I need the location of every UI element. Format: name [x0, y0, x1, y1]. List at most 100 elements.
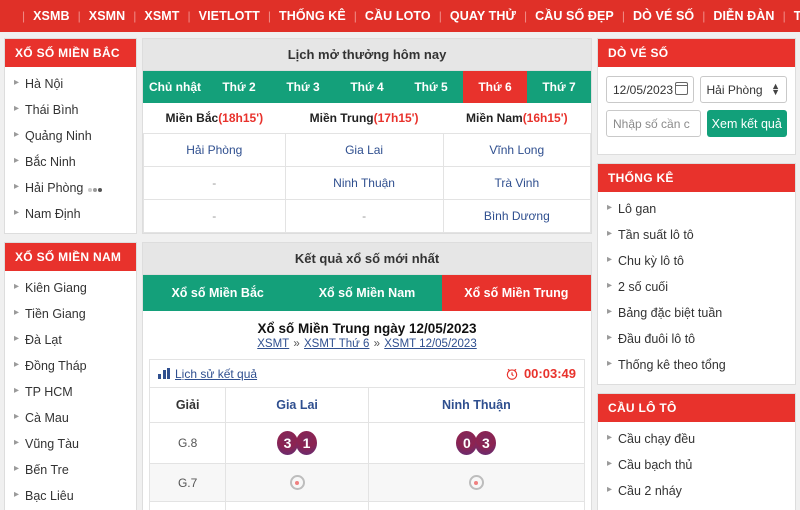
schedule-panel: Lịch mở thưởng hôm nay Chủ nhật Thứ 2 Thứ … — [142, 38, 592, 234]
menu-item-label: Lô gan — [618, 202, 657, 216]
menu-item-label: Cầu 2 nháy — [618, 484, 682, 498]
schedule-cell-province[interactable]: Hải Phòng — [143, 133, 286, 167]
region-tab-xổ-số-miền-trung[interactable]: Xổ số Miền Trung — [441, 275, 591, 311]
nav-item-diễn-đàn[interactable]: DIỄN ĐÀN — [706, 9, 781, 23]
prize-label: G.6 — [148, 501, 227, 510]
stats-item-2-số-cuối[interactable]: 2 số cuối — [598, 274, 795, 300]
sidebar-item-bến-tre[interactable]: Bến Tre — [5, 457, 136, 483]
stats-item-thống-kê-theo-tổng[interactable]: Thống kê theo tổng — [598, 352, 795, 378]
loading-spinner-icon — [468, 475, 484, 490]
nav-item-dò-vé-số[interactable]: DÒ VÉ SỐ — [626, 9, 701, 23]
history-link-label: Lịch sử kết quả — [175, 366, 258, 381]
ticket-number-input[interactable] — [606, 110, 701, 137]
sidebar-item-bắc-ninh[interactable]: Bắc Ninh — [5, 149, 136, 175]
breadcrumb-link-3[interactable]: XSMT 12/05/2023 — [384, 338, 477, 350]
panel-title-north: XỔ SỐ MIỀN BẮC — [5, 39, 136, 67]
lottery-number-ball: 3 — [277, 431, 299, 455]
results-table: GiảiGia LaiNinh Thuận G.83103G.7G.6 — [148, 387, 586, 510]
nav-item-vietlott[interactable]: VIETLOTT — [192, 9, 267, 23]
region-time: (18h15') — [218, 111, 264, 125]
stats-item-bảng-đặc-biệt-tuần[interactable]: Bảng đặc biệt tuần — [598, 300, 795, 326]
day-tab-thứ-3[interactable]: Thứ 3 — [271, 71, 335, 103]
nav-item-quay-thử[interactable]: QUAY THỬ — [443, 9, 523, 23]
day-tab-thứ-6[interactable]: Thứ 6 — [463, 71, 527, 103]
nav-item-tin-tức[interactable]: TIN TỨC — [787, 9, 800, 23]
sidebar-item-tp-hcm[interactable]: TP HCM — [5, 379, 136, 405]
region-time: (16h15') — [522, 111, 568, 125]
nav-item-cầu-loto[interactable]: CẦU LOTO — [358, 9, 438, 23]
region-name: Miền Bắc — [165, 111, 219, 125]
results-body: G.83103G.7G.6 — [148, 422, 586, 510]
nav-item-cầu-số-đẹp[interactable]: CẦU SỐ ĐẸP — [528, 9, 621, 23]
result-cell-gia-lai — [225, 463, 369, 502]
day-tab-thứ-2[interactable]: Thứ 2 — [207, 71, 271, 103]
region-tab-xổ-số-miền-nam[interactable]: Xổ số Miền Nam — [292, 275, 441, 311]
region-name: Miền Nam — [466, 111, 523, 125]
caulo-item-cầu-bạch-thủ[interactable]: Cầu bạch thủ — [598, 452, 795, 478]
page-body: XỔ SỐ MIỀN BẮC Hà Nội Thái Bình Quảng Ninh… — [0, 32, 800, 510]
menu-item-label: Bến Tre — [25, 463, 69, 477]
nav-item-xsmb[interactable]: XSMB — [26, 9, 77, 23]
lookup-form: ▲▼ Xem kết quả — [598, 67, 795, 154]
breadcrumb-link-2[interactable]: XSMT Thứ 6 — [304, 338, 369, 350]
menu-stats: Lô gan Tần suất lô tô Chu kỳ lô tô 2 số cuố… — [598, 192, 795, 384]
sidebar-item-đồng-tháp[interactable]: Đồng Tháp — [5, 353, 136, 379]
panel-title-stats: THỐNG KÊ — [598, 164, 795, 192]
menu-item-label: Kiên Giang — [25, 281, 87, 295]
results-row: G.7 — [148, 463, 586, 502]
nav-item-thống-kê[interactable]: THỐNG KÊ — [272, 9, 353, 23]
region-time: (17h15') — [373, 111, 419, 125]
breadcrumb-link-1[interactable]: XSMT — [257, 338, 289, 350]
sidebar-item-hà-nội[interactable]: Hà Nội — [5, 71, 136, 97]
sidebar-item-kiên-giang[interactable]: Kiên Giang — [5, 275, 136, 301]
breadcrumb-separator: » — [370, 338, 384, 350]
schedule-row: - Ninh Thuận Trà Vinh — [143, 166, 592, 200]
sidebar-item-quảng-ninh[interactable]: Quảng Ninh — [5, 123, 136, 149]
day-tab-chủ-nhật[interactable]: Chủ nhật — [143, 71, 207, 103]
history-link[interactable]: Lịch sử kết quả — [158, 367, 257, 381]
day-tab-thứ-5[interactable]: Thứ 5 — [399, 71, 463, 103]
schedule-cell-province[interactable]: Vĩnh Long — [442, 133, 592, 167]
nav-item-xsmt[interactable]: XSMT — [137, 9, 186, 23]
sidebar-item-nam-định[interactable]: Nam Định — [5, 201, 136, 227]
menu-item-label: Vũng Tàu — [25, 437, 79, 451]
stats-item-tần-suất-lô-tô[interactable]: Tần suất lô tô — [598, 222, 795, 248]
day-tab-thứ-7[interactable]: Thứ 7 — [527, 71, 591, 103]
results-panel: Kết quả xổ số mới nhất Xổ số Miền Bắc Xổ … — [142, 242, 592, 510]
schedule-cell-province[interactable]: Bình Dương — [442, 199, 592, 233]
lookup-row-2: Xem kết quả — [606, 110, 787, 137]
select-arrows-icon[interactable]: ▲ ▼ — [771, 82, 780, 97]
sidebar-item-cà-mau[interactable]: Cà Mau — [5, 405, 136, 431]
caulo-item-cầu-2-nháy[interactable]: Cầu 2 nháy — [598, 478, 795, 504]
caulo-item-cầu-tam-giác[interactable]: Cầu tam giác — [598, 504, 795, 510]
check-result-button[interactable]: Xem kết quả — [706, 110, 787, 137]
stats-item-lô-gan[interactable]: Lô gan — [598, 196, 795, 222]
nav-item-xsmn[interactable]: XSMN — [82, 9, 133, 23]
loading-spinner-icon — [289, 475, 305, 490]
prize-label: G.8 — [148, 422, 227, 464]
schedule-cell-province[interactable]: Gia Lai — [284, 133, 444, 167]
panel-title-caulo: CẦU LÔ TÔ — [598, 394, 795, 422]
sidebar-item-vũng-tàu[interactable]: Vũng Tàu — [5, 431, 136, 457]
sidebar-item-thái-bình[interactable]: Thái Bình — [5, 97, 136, 123]
sidebar-item-hải-phòng[interactable]: Hải Phòng — [5, 175, 136, 201]
menu-item-label: Đà Lạt — [25, 333, 62, 347]
region-tab-xổ-số-miền-bắc[interactable]: Xổ số Miền Bắc — [143, 275, 292, 311]
countdown-timer: 00:03:49 — [505, 366, 576, 381]
results-title: Kết quả xổ số mới nhất — [143, 243, 591, 275]
stats-item-đầu-đuôi-lô-tô[interactable]: Đầu đuôi lô tô — [598, 326, 795, 352]
schedule-region-miền-bắc: Miền Bắc(18h15') — [143, 103, 286, 134]
caulo-item-cầu-chạy-đều[interactable]: Cầu chạy đều — [598, 426, 795, 452]
schedule-cell-province[interactable]: Trà Vinh — [442, 166, 592, 200]
result-cell-gia-lai: 31 — [225, 422, 369, 464]
sidebar-item-đà-lạt[interactable]: Đà Lạt — [5, 327, 136, 353]
result-cell-ninh-thuan: 03 — [367, 422, 586, 464]
sidebar-item-bạc-liêu[interactable]: Bạc Liêu — [5, 483, 136, 509]
menu-item-label: Cầu bạch thủ — [618, 458, 693, 472]
breadcrumb: XSMT » XSMT Thứ 6 » XSMT 12/05/2023 — [143, 338, 591, 359]
schedule-cell-province[interactable]: Ninh Thuận — [284, 166, 444, 200]
stats-item-chu-kỳ-lô-tô[interactable]: Chu kỳ lô tô — [598, 248, 795, 274]
calendar-icon[interactable] — [674, 82, 688, 95]
day-tab-thứ-4[interactable]: Thứ 4 — [335, 71, 399, 103]
sidebar-item-tiền-giang[interactable]: Tiền Giang — [5, 301, 136, 327]
